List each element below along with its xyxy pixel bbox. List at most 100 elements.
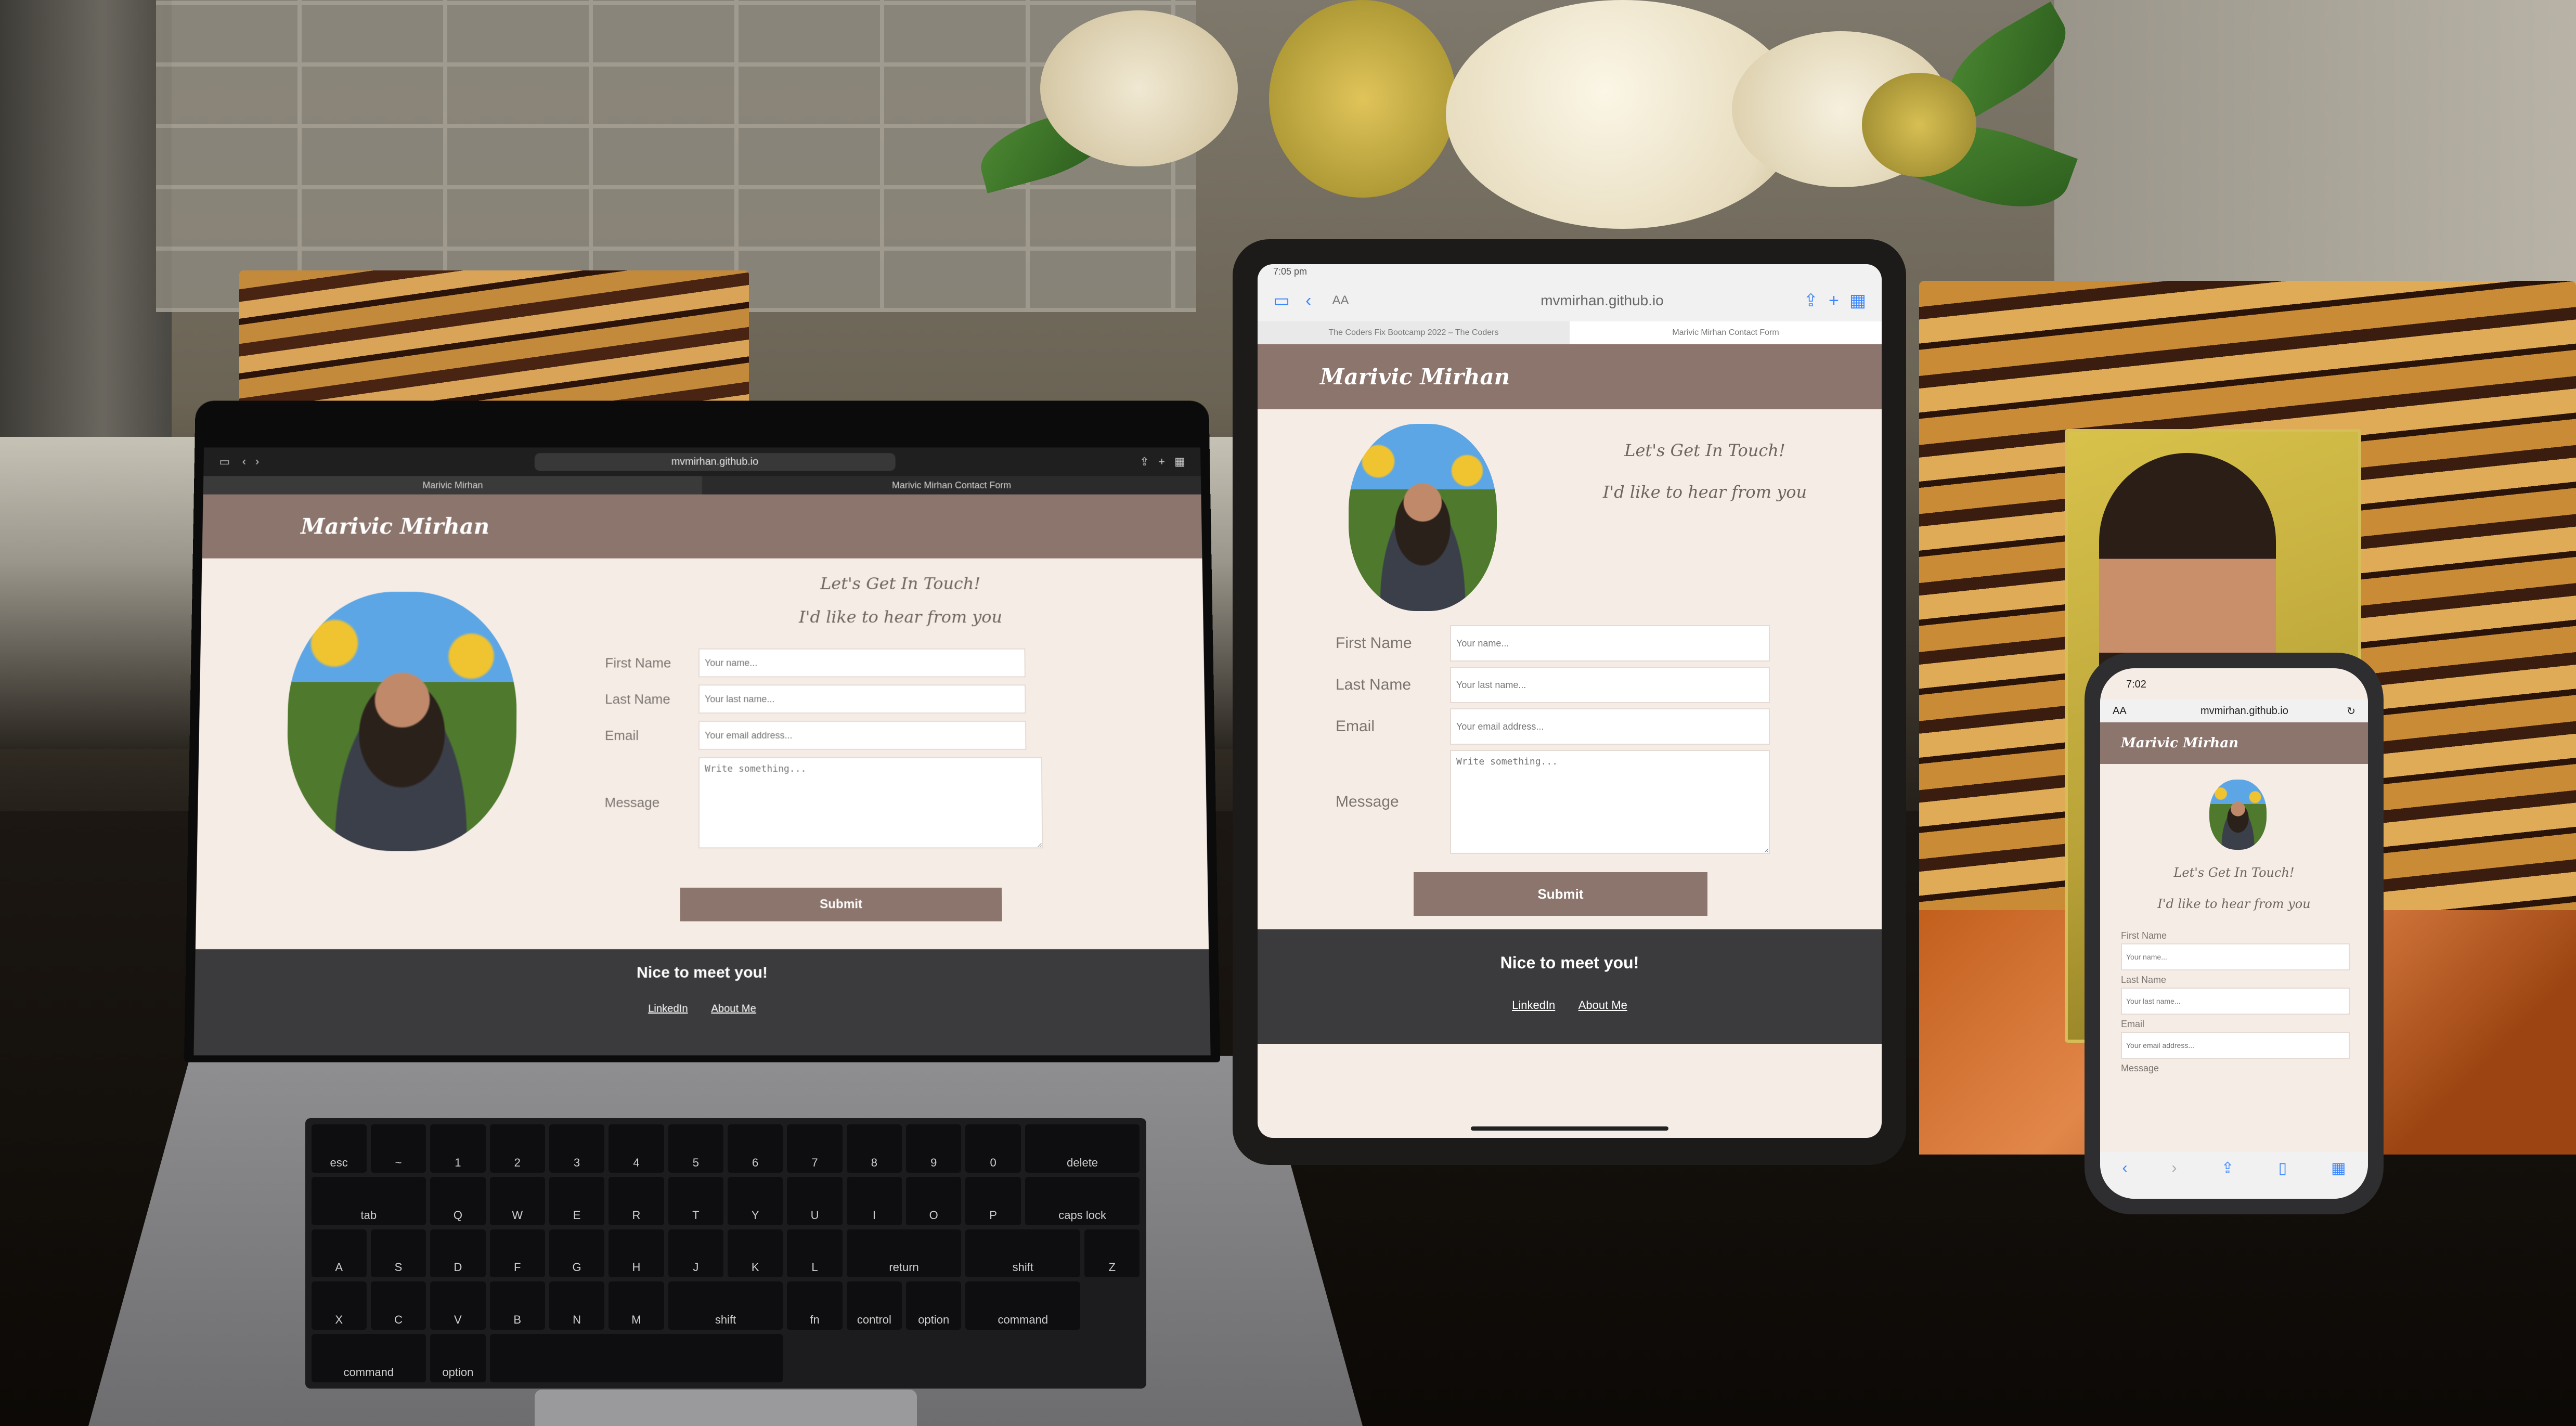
- key[interactable]: W: [489, 1176, 545, 1225]
- key[interactable]: fn: [787, 1281, 843, 1330]
- first-name-input[interactable]: [1450, 625, 1770, 662]
- key[interactable]: V: [430, 1281, 486, 1330]
- key[interactable]: 3: [549, 1124, 605, 1173]
- linkedin-link[interactable]: LinkedIn: [1512, 999, 1555, 1012]
- tab-overview-icon[interactable]: ▦: [2331, 1159, 2346, 1177]
- submit-button[interactable]: Submit: [1414, 872, 1707, 916]
- last-name-input[interactable]: [698, 684, 1026, 714]
- address-bar[interactable]: mvmirhan.github.io: [534, 452, 896, 471]
- url-text: mvmirhan.github.io: [2200, 705, 2288, 717]
- reader-text-size[interactable]: AA: [1332, 293, 1349, 308]
- site-brand[interactable]: Marivic Mirhan: [1320, 364, 1510, 390]
- key[interactable]: 9: [906, 1124, 962, 1173]
- key[interactable]: command: [311, 1334, 426, 1382]
- key[interactable]: S: [370, 1229, 426, 1278]
- email-input[interactable]: [2121, 1032, 2350, 1059]
- key[interactable]: 1: [430, 1124, 486, 1173]
- tab-contact-form[interactable]: Marivic Mirhan Contact Form: [702, 476, 1201, 494]
- new-tab-icon[interactable]: +: [1158, 455, 1165, 468]
- sidebar-icon[interactable]: ▭: [219, 455, 230, 468]
- sidebar-icon[interactable]: ▭: [1273, 290, 1290, 311]
- key[interactable]: I: [846, 1176, 902, 1225]
- key[interactable]: return: [846, 1229, 962, 1278]
- key[interactable]: esc: [311, 1124, 367, 1173]
- key[interactable]: 6: [727, 1124, 783, 1173]
- key[interactable]: E: [549, 1176, 605, 1225]
- key[interactable]: Q: [430, 1176, 486, 1225]
- key[interactable]: Z: [1084, 1229, 1140, 1278]
- key[interactable]: P: [965, 1176, 1021, 1225]
- key[interactable]: shift: [965, 1229, 1081, 1278]
- first-name-input[interactable]: [2121, 943, 2350, 970]
- key[interactable]: 2: [489, 1124, 545, 1173]
- tab-bootcamp[interactable]: The Coders Fix Bootcamp 2022 – The Coder…: [1258, 321, 1570, 344]
- key[interactable]: delete: [1025, 1124, 1140, 1173]
- site-brand[interactable]: Marivic Mirhan: [301, 514, 489, 539]
- key[interactable]: 0: [965, 1124, 1021, 1173]
- reload-icon[interactable]: ↻: [2347, 705, 2355, 718]
- key[interactable]: O: [906, 1176, 962, 1225]
- key[interactable]: B: [489, 1281, 545, 1330]
- key[interactable]: caps lock: [1025, 1176, 1140, 1225]
- tab-overview-icon[interactable]: ▦: [1849, 290, 1866, 311]
- forward-icon[interactable]: ›: [255, 455, 260, 468]
- about-me-link[interactable]: About Me: [711, 1003, 756, 1015]
- last-name-input[interactable]: [2121, 988, 2350, 1015]
- site-brand[interactable]: Marivic Mirhan: [2121, 735, 2238, 751]
- first-name-input[interactable]: [698, 648, 1026, 678]
- message-textarea[interactable]: [1450, 750, 1770, 854]
- key[interactable]: F: [489, 1229, 545, 1278]
- key[interactable]: U: [787, 1176, 843, 1225]
- key[interactable]: ~: [370, 1124, 426, 1173]
- url-text[interactable]: mvmirhan.github.io: [1411, 292, 1793, 309]
- key[interactable]: 8: [846, 1124, 902, 1173]
- bookmarks-icon[interactable]: ▯: [2279, 1159, 2287, 1177]
- submit-button[interactable]: Submit: [680, 887, 1002, 922]
- key[interactable]: H: [609, 1229, 664, 1278]
- key[interactable]: tab: [311, 1176, 426, 1225]
- new-tab-icon[interactable]: +: [1829, 291, 1839, 311]
- back-icon[interactable]: ‹: [2122, 1159, 2127, 1177]
- linkedin-link[interactable]: LinkedIn: [648, 1003, 688, 1015]
- site-header: Marivic Mirhan: [1258, 344, 1882, 409]
- tab-overview-icon[interactable]: ▦: [1174, 455, 1185, 468]
- trackpad[interactable]: [534, 1390, 917, 1426]
- tab-contact-form[interactable]: Marivic Mirhan Contact Form: [1570, 321, 1882, 344]
- back-icon[interactable]: ‹: [1305, 291, 1311, 311]
- key[interactable]: M: [609, 1281, 664, 1330]
- reader-text-size[interactable]: AA: [2113, 705, 2127, 717]
- back-icon[interactable]: ‹: [242, 455, 247, 468]
- key[interactable]: shift: [668, 1281, 783, 1330]
- key[interactable]: A: [311, 1229, 367, 1278]
- spacebar[interactable]: [489, 1334, 783, 1382]
- key[interactable]: T: [668, 1176, 723, 1225]
- key[interactable]: 4: [609, 1124, 664, 1173]
- key[interactable]: K: [727, 1229, 783, 1278]
- key[interactable]: J: [668, 1229, 723, 1278]
- key[interactable]: G: [549, 1229, 605, 1278]
- key[interactable]: D: [430, 1229, 486, 1278]
- share-icon[interactable]: ⇪: [1140, 455, 1149, 468]
- share-icon[interactable]: ⇪: [1804, 290, 1819, 311]
- phone-address-bar[interactable]: AA mvmirhan.github.io ↻: [2100, 699, 2368, 722]
- key[interactable]: option: [906, 1281, 962, 1330]
- tab-marivic-mirhan[interactable]: Marivic Mirhan: [203, 476, 702, 495]
- message-textarea[interactable]: [698, 757, 1043, 849]
- about-me-link[interactable]: About Me: [1578, 999, 1627, 1012]
- key[interactable]: R: [609, 1176, 664, 1225]
- last-name-input[interactable]: [1450, 667, 1770, 703]
- email-input[interactable]: [1450, 708, 1770, 745]
- key[interactable]: control: [846, 1281, 902, 1330]
- share-icon[interactable]: ⇪: [2221, 1159, 2234, 1177]
- key[interactable]: C: [370, 1281, 426, 1330]
- key[interactable]: X: [311, 1281, 367, 1330]
- email-input[interactable]: [698, 721, 1027, 750]
- key[interactable]: Y: [727, 1176, 783, 1225]
- key[interactable]: 5: [668, 1124, 723, 1173]
- key[interactable]: N: [549, 1281, 605, 1330]
- key[interactable]: L: [787, 1229, 843, 1278]
- key[interactable]: option: [430, 1334, 486, 1382]
- forward-icon[interactable]: ›: [2171, 1159, 2177, 1177]
- key[interactable]: 7: [787, 1124, 843, 1173]
- key[interactable]: command: [965, 1281, 1081, 1330]
